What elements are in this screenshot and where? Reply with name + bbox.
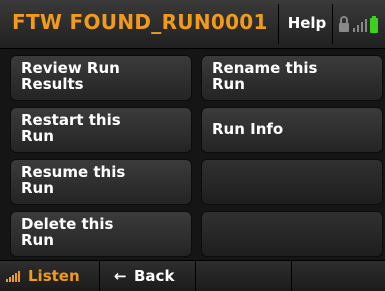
listen-label: Listen [28, 267, 80, 285]
footer-empty-slot [196, 261, 292, 291]
back-arrow-icon: ← [114, 267, 127, 285]
divider [332, 4, 333, 44]
review-run-results-button[interactable]: Review Run Results [10, 55, 192, 101]
button-label-line1: Resume this [21, 163, 126, 181]
button-label-line1: Delete this [21, 215, 114, 233]
volume-bars-icon [6, 271, 20, 282]
button-label-line2: Run [21, 179, 54, 197]
button-label-line2: Run [21, 231, 54, 249]
listen-button[interactable]: Listen [0, 261, 100, 291]
back-label: Back [134, 267, 175, 285]
back-button[interactable]: ← Back [100, 261, 196, 291]
status-icons [338, 13, 382, 37]
empty-slot-button [201, 211, 383, 257]
rename-run-button[interactable]: Rename this Run [201, 55, 383, 101]
help-button[interactable]: Help [284, 14, 330, 32]
empty-slot-button [201, 159, 383, 205]
battery-icon [370, 16, 378, 33]
footer-bar: Listen ← Back [0, 260, 385, 291]
delete-run-button[interactable]: Delete this Run [10, 211, 192, 257]
button-label-line1: Review Run [21, 59, 120, 77]
page-title: FTW FOUND_RUN0001 [12, 10, 268, 34]
run-info-button[interactable]: Run Info [201, 107, 383, 153]
divider [278, 4, 279, 44]
button-label-line1: Restart this [21, 111, 121, 129]
app-screen: FTW FOUND_RUN0001 Help Review Run Result… [0, 0, 385, 291]
button-label-line1: Run Info [212, 120, 284, 138]
restart-run-button[interactable]: Restart this Run [10, 107, 192, 153]
button-label-line2: Run [21, 127, 54, 145]
resume-run-button[interactable]: Resume this Run [10, 159, 192, 205]
button-label-line2: Run [212, 75, 245, 93]
button-label-line1: Rename this [212, 59, 318, 77]
header-bar: FTW FOUND_RUN0001 Help [0, 0, 385, 49]
button-label-line2: Results [21, 75, 84, 93]
footer-empty-slot [292, 261, 385, 291]
